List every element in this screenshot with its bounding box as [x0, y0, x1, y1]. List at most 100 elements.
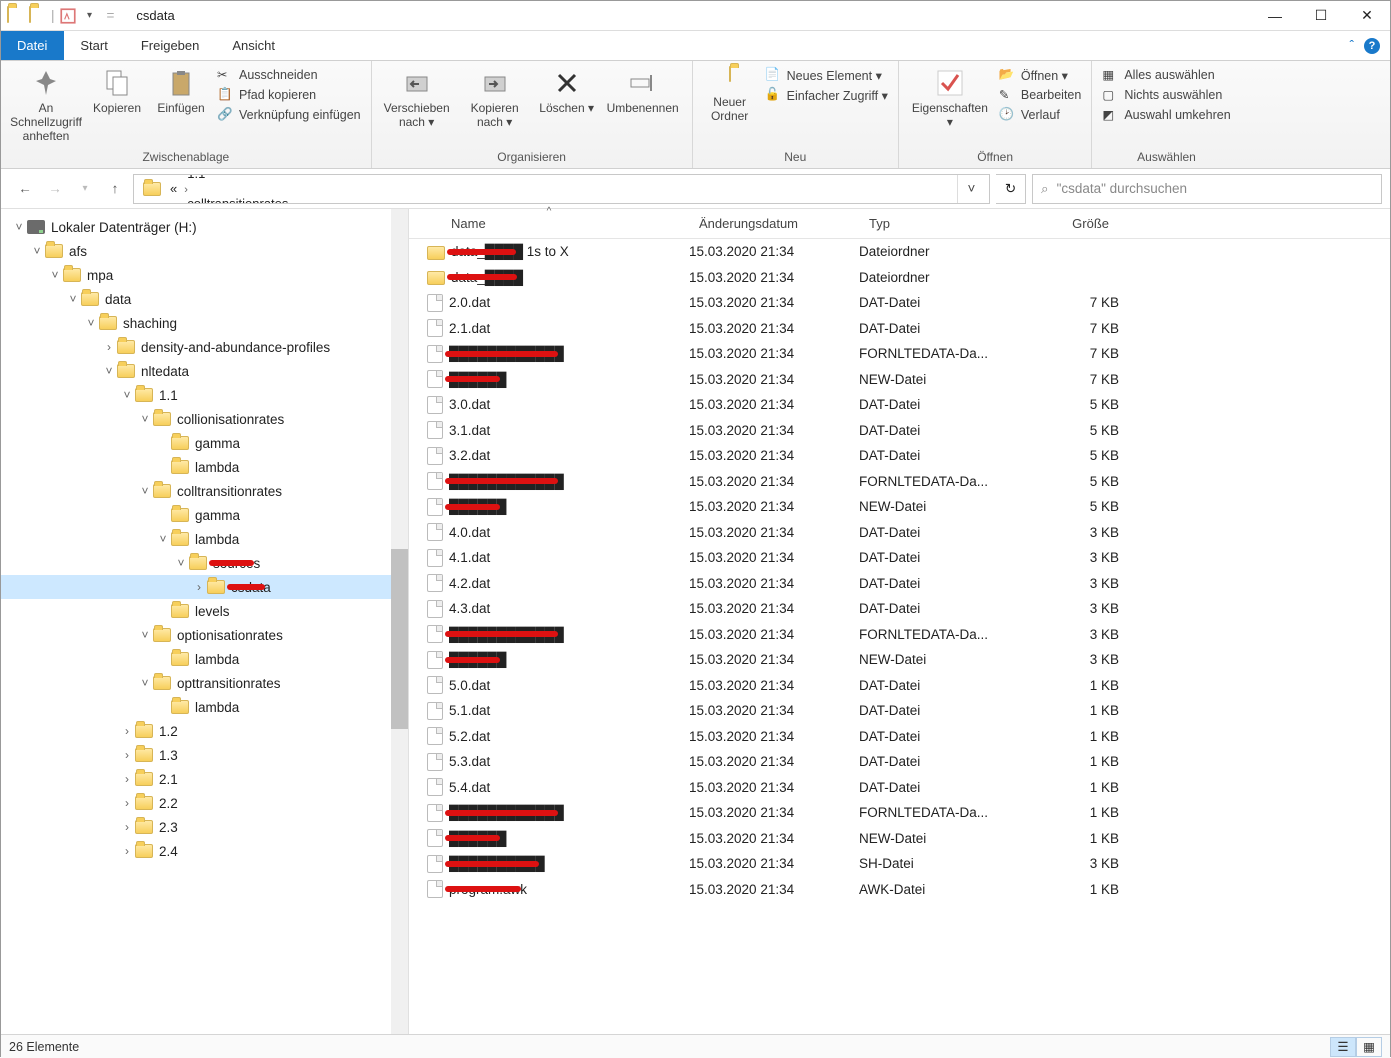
tree-item[interactable]: ˅data	[1, 287, 408, 311]
file-row[interactable]: 3.0.dat15.03.2020 21:34DAT-Datei5 KB	[409, 392, 1390, 418]
tab-datei[interactable]: Datei	[1, 31, 64, 60]
tree-expander-icon[interactable]: ˅	[137, 484, 153, 498]
tree-expander-icon[interactable]: ˅	[83, 316, 99, 330]
select-all-button[interactable]: ▦Alles auswählen	[1102, 67, 1230, 83]
column-name[interactable]: Name	[409, 216, 689, 231]
scrollbar-track[interactable]	[391, 209, 408, 1034]
file-row[interactable]: 3.1.dat15.03.2020 21:34DAT-Datei5 KB	[409, 418, 1390, 444]
file-row[interactable]: data_████ 1s to X15.03.2020 21:34Dateior…	[409, 239, 1390, 265]
file-row[interactable]: 4.0.dat15.03.2020 21:34DAT-Datei3 KB	[409, 520, 1390, 546]
tree-expander-icon[interactable]: ˅	[137, 628, 153, 642]
copy-to-button[interactable]: Kopieren nach ▾	[460, 65, 530, 129]
close-button[interactable]: ✕	[1344, 1, 1390, 31]
easy-access-button[interactable]: 🔓Einfacher Zugriff ▾	[765, 87, 888, 103]
tree-expander-icon[interactable]: ›	[119, 844, 135, 858]
tree-item[interactable]: ˅opttransitionrates	[1, 671, 408, 695]
column-headers[interactable]: Name Änderungsdatum Typ Größe	[409, 209, 1390, 239]
tree-item[interactable]: ›csdata	[1, 575, 408, 599]
file-row[interactable]: 5.0.dat15.03.2020 21:34DAT-Datei1 KB	[409, 673, 1390, 699]
rename-button[interactable]: Umbenennen	[604, 65, 682, 115]
paste-shortcut-button[interactable]: 🔗Verknüpfung einfügen	[217, 107, 361, 123]
maximize-button[interactable]: ☐	[1298, 1, 1344, 31]
icons-view-button[interactable]: ▦	[1356, 1037, 1382, 1057]
file-row[interactable]: data_████15.03.2020 21:34Dateiordner	[409, 265, 1390, 291]
file-row[interactable]: 5.3.dat15.03.2020 21:34DAT-Datei1 KB	[409, 749, 1390, 775]
recent-button[interactable]: ▾	[73, 177, 97, 201]
file-row[interactable]: 2.0.dat15.03.2020 21:34DAT-Datei7 KB	[409, 290, 1390, 316]
tree-item[interactable]: ›2.1	[1, 767, 408, 791]
details-view-button[interactable]: ☰	[1330, 1037, 1356, 1057]
tree-item[interactable]: ›2.2	[1, 791, 408, 815]
forward-button[interactable]: →	[43, 177, 67, 201]
back-button[interactable]: ←	[13, 177, 37, 201]
tree-expander-icon[interactable]: ˅	[155, 532, 171, 546]
file-row[interactable]: ██████15.03.2020 21:34NEW-Datei5 KB	[409, 494, 1390, 520]
select-none-button[interactable]: ▢Nichts auswählen	[1102, 87, 1230, 103]
tab-freigeben[interactable]: Freigeben	[125, 31, 217, 60]
file-row[interactable]: 2.1.dat15.03.2020 21:34DAT-Datei7 KB	[409, 316, 1390, 342]
file-row[interactable]: ██████15.03.2020 21:34NEW-Datei3 KB	[409, 647, 1390, 673]
tree-item[interactable]: ›2.3	[1, 815, 408, 839]
tree-expander-icon[interactable]: ˅	[47, 268, 63, 282]
file-row[interactable]: 5.2.dat15.03.2020 21:34DAT-Datei1 KB	[409, 724, 1390, 750]
tree-expander-icon[interactable]: ›	[119, 796, 135, 810]
tree-item[interactable]: ›1.3	[1, 743, 408, 767]
edit-button[interactable]: ✎Bearbeiten	[999, 87, 1081, 103]
breadcrumb-dropdown[interactable]: ˅	[957, 175, 985, 203]
copy-path-button[interactable]: 📋Pfad kopieren	[217, 87, 361, 103]
column-type[interactable]: Typ	[859, 216, 1039, 231]
tree-item[interactable]: ›2.4	[1, 839, 408, 863]
tree-item[interactable]: gamma	[1, 431, 408, 455]
tree-item[interactable]: lambda	[1, 647, 408, 671]
file-row[interactable]: ████████████15.03.2020 21:34FORNLTEDATA-…	[409, 622, 1390, 648]
file-row[interactable]: ████████████15.03.2020 21:34FORNLTEDATA-…	[409, 341, 1390, 367]
tree-item[interactable]: ˅collionisationrates	[1, 407, 408, 431]
file-row[interactable]: 3.2.dat15.03.2020 21:34DAT-Datei5 KB	[409, 443, 1390, 469]
tree-item[interactable]: ˅mpa	[1, 263, 408, 287]
help-icon[interactable]: ?	[1364, 38, 1380, 54]
move-to-button[interactable]: Verschieben nach ▾	[382, 65, 452, 129]
tree-expander-icon[interactable]: ›	[119, 748, 135, 762]
tree-expander-icon[interactable]: ›	[119, 772, 135, 786]
tree-item[interactable]: ˅1.1	[1, 383, 408, 407]
tree-expander-icon[interactable]: ›	[101, 340, 117, 354]
tree-item[interactable]: lambda	[1, 695, 408, 719]
tab-start[interactable]: Start	[64, 31, 124, 60]
tree-expander-icon[interactable]: ›	[119, 820, 135, 834]
column-size[interactable]: Größe	[1039, 216, 1119, 231]
tree-item[interactable]: ˅sources	[1, 551, 408, 575]
breadcrumb-segment[interactable]: colltransitionrates	[182, 196, 293, 204]
file-row[interactable]: 4.1.dat15.03.2020 21:34DAT-Datei3 KB	[409, 545, 1390, 571]
file-row[interactable]: ██████████15.03.2020 21:34SH-Datei3 KB	[409, 851, 1390, 877]
minimize-button[interactable]: —	[1252, 1, 1298, 31]
file-row[interactable]: 5.4.dat15.03.2020 21:34DAT-Datei1 KB	[409, 775, 1390, 801]
copy-button[interactable]: Kopieren	[89, 65, 145, 115]
file-row[interactable]: ████████████15.03.2020 21:34FORNLTEDATA-…	[409, 800, 1390, 826]
new-item-button[interactable]: 📄Neues Element ▾	[765, 67, 888, 83]
folder-tree[interactable]: ˅Lokaler Datenträger (H:)˅afs˅mpa˅data˅s…	[1, 209, 409, 1034]
up-button[interactable]: ↑	[103, 177, 127, 201]
tree-expander-icon[interactable]: ˅	[65, 292, 81, 306]
properties-icon[interactable]	[59, 7, 77, 25]
file-row[interactable]: ██████15.03.2020 21:34NEW-Datei7 KB	[409, 367, 1390, 393]
pin-button[interactable]: An Schnellzugriff anheften	[11, 65, 81, 143]
file-row[interactable]: ████████████15.03.2020 21:34FORNLTEDATA-…	[409, 469, 1390, 495]
tree-item[interactable]: ›1.2	[1, 719, 408, 743]
scrollbar-thumb[interactable]	[391, 549, 408, 729]
tree-item[interactable]: ˅afs	[1, 239, 408, 263]
history-button[interactable]: 🕑Verlauf	[999, 107, 1081, 123]
properties-button[interactable]: Eigenschaften ▾	[909, 65, 991, 129]
tree-expander-icon[interactable]: ˅	[29, 244, 45, 258]
tree-expander-icon[interactable]: ›	[119, 724, 135, 738]
file-row[interactable]: 4.2.dat15.03.2020 21:34DAT-Datei3 KB	[409, 571, 1390, 597]
collapse-ribbon-icon[interactable]: ˆ	[1350, 38, 1355, 53]
tree-item[interactable]: ˅shaching	[1, 311, 408, 335]
tree-item[interactable]: ›density-and-abundance-profiles	[1, 335, 408, 359]
tree-item[interactable]: ˅optionisationrates	[1, 623, 408, 647]
tree-expander-icon[interactable]: ˅	[137, 412, 153, 426]
tree-expander-icon[interactable]: ›	[191, 580, 207, 594]
invert-selection-button[interactable]: ◩Auswahl umkehren	[1102, 107, 1230, 123]
tree-item[interactable]: ˅lambda	[1, 527, 408, 551]
breadcrumb-segment[interactable]: 1.1	[182, 174, 293, 182]
new-folder-button[interactable]: Neuer Ordner	[703, 65, 757, 123]
